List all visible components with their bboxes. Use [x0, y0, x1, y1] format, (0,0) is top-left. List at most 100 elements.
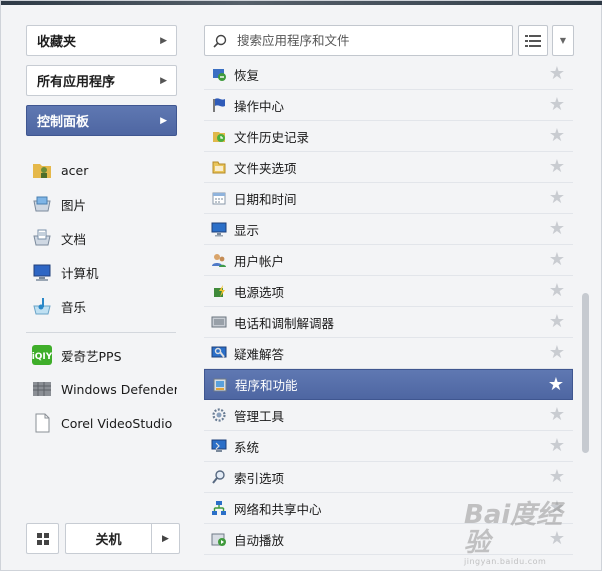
section-divider	[26, 332, 176, 333]
control-panel-item[interactable]: 自动播放 ★	[204, 524, 573, 555]
app-label: 爱奇艺PPS	[61, 348, 122, 364]
place-pictures[interactable]: 图片	[26, 187, 177, 221]
favorite-star-icon[interactable]: ★	[549, 530, 565, 548]
control-panel-item[interactable]: 用户帐户 ★	[204, 245, 573, 276]
user-folder-icon	[30, 158, 54, 182]
iqiyi-icon: iQIY	[30, 343, 54, 367]
phone-modem-icon	[210, 313, 228, 331]
shutdown-button[interactable]: 关机	[65, 523, 151, 554]
app-item-defender[interactable]: Windows Defender	[26, 372, 177, 406]
app-item-iqiyi[interactable]: iQIY 爱奇艺PPS	[26, 338, 177, 372]
view-mode-dropdown[interactable]: ▼	[552, 25, 574, 56]
favorite-star-icon[interactable]: ★	[549, 437, 565, 455]
chevron-right-icon: ▶	[160, 115, 167, 126]
recovery-icon	[210, 65, 228, 83]
indexing-icon	[210, 468, 228, 486]
favorite-star-icon[interactable]: ★	[549, 158, 565, 176]
pictures-icon	[30, 192, 54, 216]
search-box[interactable]	[204, 25, 513, 56]
taskbar-strip	[1, 1, 602, 5]
chevron-right-icon: ▶	[160, 35, 167, 46]
control-panel-item[interactable]: 网络和共享中心 ★	[204, 493, 573, 524]
place-music[interactable]: 音乐	[26, 289, 177, 323]
control-panel-item-label: 网络和共享中心	[234, 501, 322, 517]
display-icon	[210, 220, 228, 238]
app-label: Corel VideoStudio Pro	[61, 415, 177, 431]
music-icon	[30, 294, 54, 318]
favorite-star-icon[interactable]: ★	[549, 468, 565, 486]
control-panel-item-label: 文件历史记录	[234, 129, 310, 145]
control-panel-item-label: 管理工具	[234, 408, 285, 424]
control-panel-item-label: 恢复	[234, 67, 260, 83]
place-user-folder[interactable]: acer	[26, 153, 177, 187]
place-documents[interactable]: 文档	[26, 221, 177, 255]
control-panel-item-label: 疑难解答	[234, 346, 285, 362]
defender-icon	[30, 377, 54, 401]
control-panel-item[interactable]: 索引选项 ★	[204, 462, 573, 493]
control-panel-item[interactable]: 程序和功能 ★	[204, 369, 573, 400]
favorite-star-icon[interactable]: ★	[549, 189, 565, 207]
favorite-star-icon[interactable]: ★	[549, 499, 565, 517]
control-panel-item[interactable]: 系统 ★	[204, 431, 573, 462]
control-panel-item[interactable]: 显示 ★	[204, 214, 573, 245]
control-panel-item[interactable]: 文件历史记录 ★	[204, 121, 573, 152]
autoplay-icon	[210, 530, 228, 548]
nav-favorites-label: 收藏夹	[37, 35, 77, 50]
power-options-icon	[210, 282, 228, 300]
chevron-down-icon: ▼	[559, 36, 567, 45]
place-label: acer	[61, 162, 89, 178]
control-panel-item[interactable]: 疑难解答 ★	[204, 338, 573, 369]
favorite-star-icon[interactable]: ★	[548, 376, 564, 394]
place-computer[interactable]: 计算机	[26, 255, 177, 289]
list-scrollbar[interactable]	[581, 59, 590, 555]
documents-icon	[30, 226, 54, 250]
shutdown-options-button[interactable]: ▶	[151, 523, 180, 554]
control-panel-list: 恢复 ★ 操作中心 ★ 文件历史记录 ★ 文件夹选项 ★ 日期和时间 ★ 显示 ★ 用户帐户 ★ 电源选项 ★…	[204, 59, 573, 555]
nav-all-apps-label: 所有应用程序	[37, 75, 116, 90]
control-panel-item-label: 用户帐户	[234, 253, 285, 269]
nav-control-panel-label: 控制面板	[37, 115, 90, 130]
place-label: 计算机	[61, 265, 99, 281]
control-panel-item[interactable]: 日期和时间 ★	[204, 183, 573, 214]
favorite-star-icon[interactable]: ★	[549, 344, 565, 362]
shutdown-label: 关机	[95, 533, 122, 548]
user-accounts-icon	[210, 251, 228, 269]
action-center-flag-icon	[210, 96, 228, 114]
app-item-corel[interactable]: Corel VideoStudio Pro	[26, 406, 177, 440]
control-panel-item-label: 文件夹选项	[234, 160, 297, 176]
nav-all-apps-button[interactable]: 所有应用程序 ▶	[26, 65, 177, 96]
chevron-right-icon: ▶	[160, 75, 167, 86]
nav-control-panel-button[interactable]: 控制面板 ▶	[26, 105, 177, 136]
system-icon	[210, 437, 228, 455]
favorite-star-icon[interactable]: ★	[549, 127, 565, 145]
control-panel-item[interactable]: 文件夹选项 ★	[204, 152, 573, 183]
control-panel-item-label: 电源选项	[234, 284, 285, 300]
start-menu-window: 收藏夹 ▶ 所有应用程序 ▶ 控制面板 ▶ acer 图片 文档 计算机 音乐 …	[0, 0, 602, 571]
watermark-url: jingyan.baidu.com	[464, 557, 547, 566]
control-panel-item[interactable]: 管理工具 ★	[204, 400, 573, 431]
control-panel-item[interactable]: 电话和调制解调器 ★	[204, 307, 573, 338]
favorite-star-icon[interactable]: ★	[549, 313, 565, 331]
control-panel-item[interactable]: 恢复 ★	[204, 59, 573, 90]
view-mode-button[interactable]	[518, 25, 548, 56]
favorite-star-icon[interactable]: ★	[549, 406, 565, 424]
list-view-icon	[525, 34, 541, 47]
favorite-star-icon[interactable]: ★	[549, 96, 565, 114]
favorite-star-icon[interactable]: ★	[549, 251, 565, 269]
search-input[interactable]	[237, 33, 497, 48]
nav-favorites-button[interactable]: 收藏夹 ▶	[26, 25, 177, 56]
date-time-icon	[210, 189, 228, 207]
control-panel-item-label: 自动播放	[234, 532, 285, 548]
place-label: 文档	[61, 231, 87, 247]
file-icon	[30, 411, 54, 435]
control-panel-item[interactable]: 操作中心 ★	[204, 90, 573, 121]
svg-text:iQIY: iQIY	[32, 352, 53, 362]
favorite-star-icon[interactable]: ★	[549, 65, 565, 83]
favorite-star-icon[interactable]: ★	[549, 220, 565, 238]
scrollbar-thumb[interactable]	[582, 293, 589, 453]
search-icon	[213, 34, 227, 48]
favorite-star-icon[interactable]: ★	[549, 282, 565, 300]
all-apps-grid-button[interactable]	[26, 523, 59, 554]
control-panel-item[interactable]: 电源选项 ★	[204, 276, 573, 307]
programs-features-icon	[211, 376, 229, 394]
